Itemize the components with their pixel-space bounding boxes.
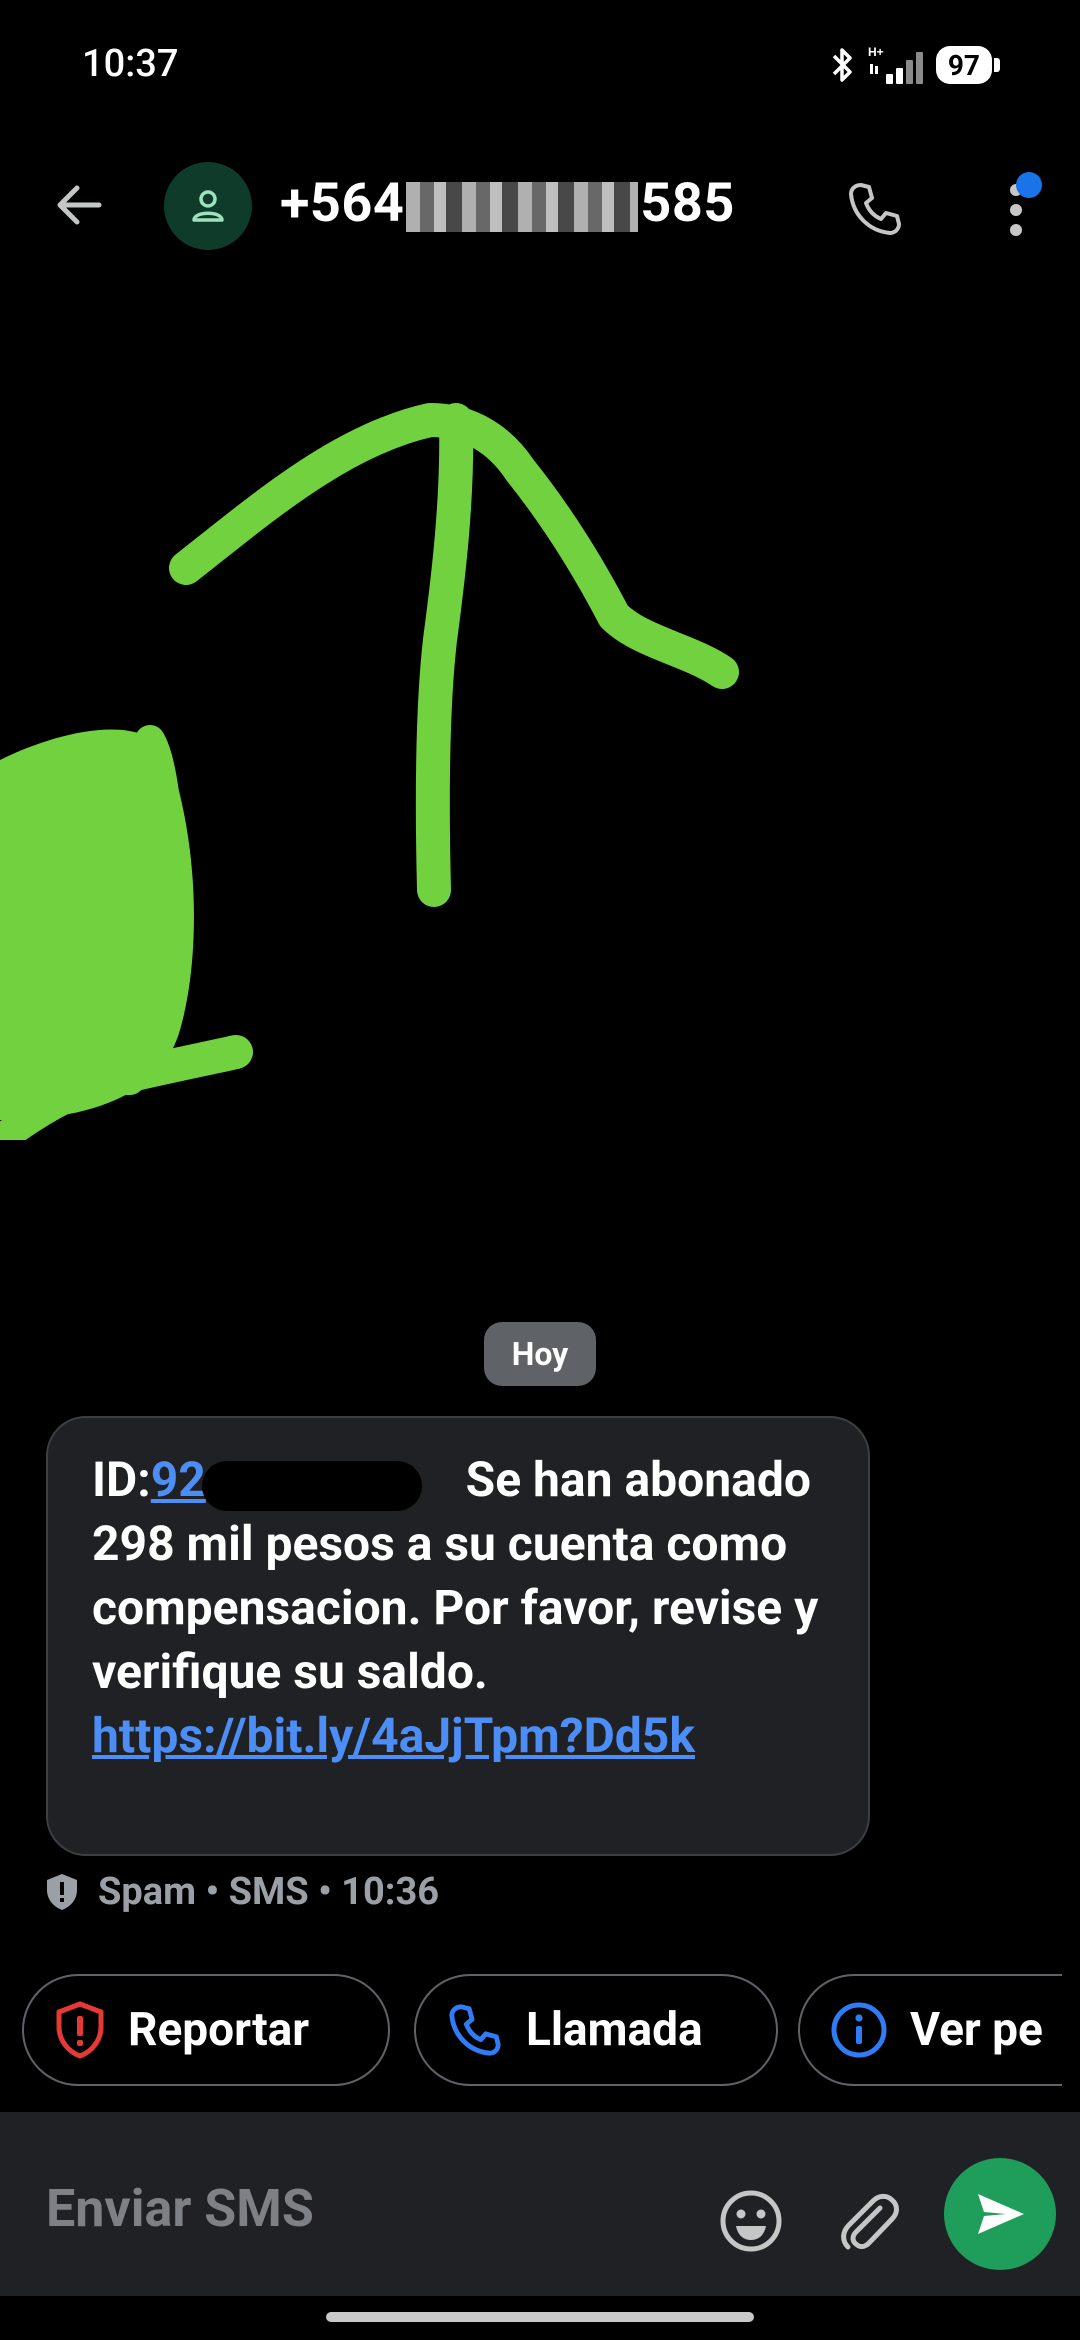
message-id-label: ID:: [92, 1451, 151, 1508]
call-chip-label: Llamada: [526, 2003, 703, 2057]
battery-indicator: 97: [935, 46, 992, 84]
info-icon: [831, 2002, 887, 2058]
gesture-navigation-bar[interactable]: [326, 2312, 754, 2322]
phone-suffix: 585: [640, 172, 735, 235]
phone-icon: [849, 183, 901, 235]
message-input[interactable]: Enviar SMS: [46, 2178, 314, 2239]
bluetooth-icon: [832, 48, 852, 82]
send-button[interactable]: [944, 2158, 1056, 2270]
compose-bar: Enviar SMS: [0, 2112, 1080, 2296]
message-meta: Spam • SMS • 10:36: [44, 1864, 439, 1920]
battery-cap: [994, 58, 1000, 72]
avatar[interactable]: [164, 162, 252, 250]
suggested-actions: Reportar Llamada Ver pe: [22, 1974, 1062, 2090]
phone-prefix: +564: [280, 172, 405, 235]
message-bubble[interactable]: ID:923215 Se han abonado 298 mil pesos a…: [46, 1416, 870, 1856]
call-chip[interactable]: Llamada: [414, 1974, 778, 2086]
conversation-header: +564 585: [0, 150, 1080, 270]
pixelated-redaction: [406, 181, 639, 232]
network-type-label: H+: [868, 45, 884, 59]
message-meta-text: Spam • SMS • 10:36: [98, 1870, 440, 1914]
report-chip[interactable]: Reportar: [22, 1974, 390, 2086]
message-id-link[interactable]: 92: [151, 1451, 206, 1508]
arrow-left-icon: [57, 185, 102, 225]
notification-dot: [1016, 172, 1042, 198]
overflow-menu-button[interactable]: [990, 170, 1050, 250]
date-divider: Hoy: [484, 1322, 596, 1386]
status-time: 10:37: [82, 42, 179, 86]
back-button[interactable]: [44, 170, 114, 240]
emoji-icon: [720, 2190, 782, 2252]
person-icon: [192, 190, 224, 222]
view-details-chip-label: Ver pe: [910, 2003, 1043, 2057]
report-chip-label: Reportar: [128, 2003, 310, 2057]
attach-button[interactable]: [832, 2186, 902, 2256]
status-icons: H+ 97: [828, 40, 1000, 90]
status-bar: 10:37 H+ 97: [0, 0, 1080, 130]
contact-phone-number: +564 585: [280, 172, 735, 235]
report-shield-icon: [56, 2001, 104, 2059]
signal-icon: H+: [868, 45, 923, 84]
view-details-chip[interactable]: Ver pe: [798, 1974, 1062, 2086]
spam-shield-icon: [47, 1874, 77, 1910]
phone-icon: [449, 2004, 501, 2056]
send-icon: [978, 2194, 1024, 2234]
message-url-link[interactable]: https://bit.ly/4aJjTpm?Dd5k: [92, 1707, 695, 1764]
green-marker-annotation: [0, 403, 739, 1140]
battery-level: 97: [947, 48, 980, 82]
paperclip-icon: [841, 2193, 899, 2250]
black-marker-redaction: [201, 1461, 422, 1512]
emoji-button[interactable]: [716, 2186, 786, 2256]
call-button[interactable]: [840, 174, 910, 244]
